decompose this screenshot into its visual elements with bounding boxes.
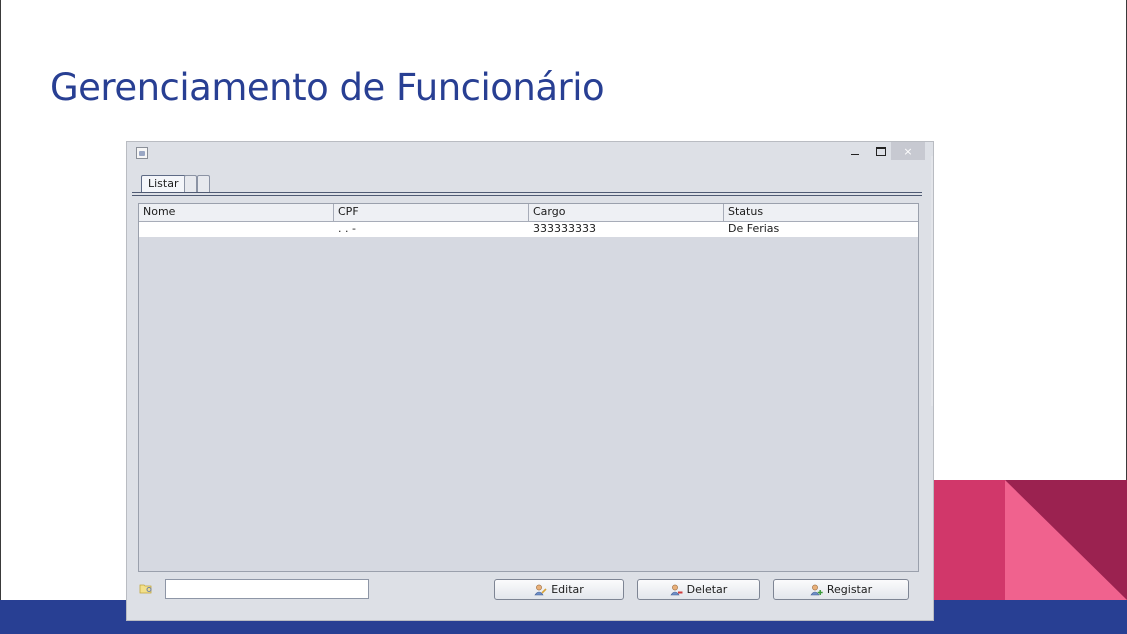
java-cup-icon bbox=[136, 147, 148, 159]
folder-search-icon bbox=[139, 584, 152, 594]
close-button[interactable]: × bbox=[891, 142, 925, 160]
action-bar: Editar Deletar Registar bbox=[127, 578, 933, 604]
employee-table[interactable]: Nome CPF Cargo Status . . - 333333333 De… bbox=[138, 203, 919, 572]
minimize-icon bbox=[851, 153, 859, 155]
background-scrollbar bbox=[931, 156, 933, 406]
tab-divider-secondary bbox=[132, 195, 922, 196]
edit-button[interactable]: Editar bbox=[494, 579, 624, 600]
tab-listar[interactable]: Listar bbox=[141, 175, 186, 192]
delete-button[interactable]: Deletar bbox=[637, 579, 760, 600]
column-header-nome[interactable]: Nome bbox=[139, 204, 334, 221]
deco-red-block bbox=[930, 480, 1005, 600]
cell-status: De Ferias bbox=[728, 222, 780, 235]
maximize-icon bbox=[876, 146, 886, 156]
register-button-label: Registar bbox=[826, 583, 873, 596]
close-icon: × bbox=[903, 144, 913, 158]
cell-nome bbox=[139, 222, 334, 237]
minimize-button[interactable] bbox=[842, 142, 868, 160]
slide-title: Gerenciamento de Funcionário bbox=[50, 66, 605, 109]
column-header-cargo[interactable]: Cargo bbox=[529, 204, 724, 221]
column-header-cpf[interactable]: CPF bbox=[334, 204, 529, 221]
register-button[interactable]: Registar bbox=[773, 579, 909, 600]
edit-button-label: Editar bbox=[551, 583, 584, 596]
cell-cpf: . . - bbox=[338, 222, 356, 235]
table-header: Nome CPF Cargo Status bbox=[139, 204, 918, 222]
cell-cargo: 333333333 bbox=[533, 222, 596, 235]
tab-divider bbox=[132, 192, 922, 193]
user-delete-icon bbox=[670, 584, 683, 595]
user-edit-icon bbox=[534, 584, 547, 595]
search-input[interactable] bbox=[165, 579, 369, 599]
tab-2[interactable] bbox=[184, 175, 197, 192]
window-titlebar[interactable]: × bbox=[127, 142, 933, 164]
delete-button-label: Deletar bbox=[686, 583, 728, 596]
user-add-icon bbox=[810, 584, 823, 595]
tab-3[interactable] bbox=[197, 175, 210, 192]
tab-strip: Listar bbox=[132, 175, 922, 196]
column-header-status[interactable]: Status bbox=[724, 204, 918, 221]
table-row[interactable]: . . - 333333333 De Ferias bbox=[139, 222, 918, 237]
decorative-shapes bbox=[930, 480, 1127, 600]
app-window: × Listar Nome CPF Cargo Status . . - 333… bbox=[126, 141, 934, 621]
